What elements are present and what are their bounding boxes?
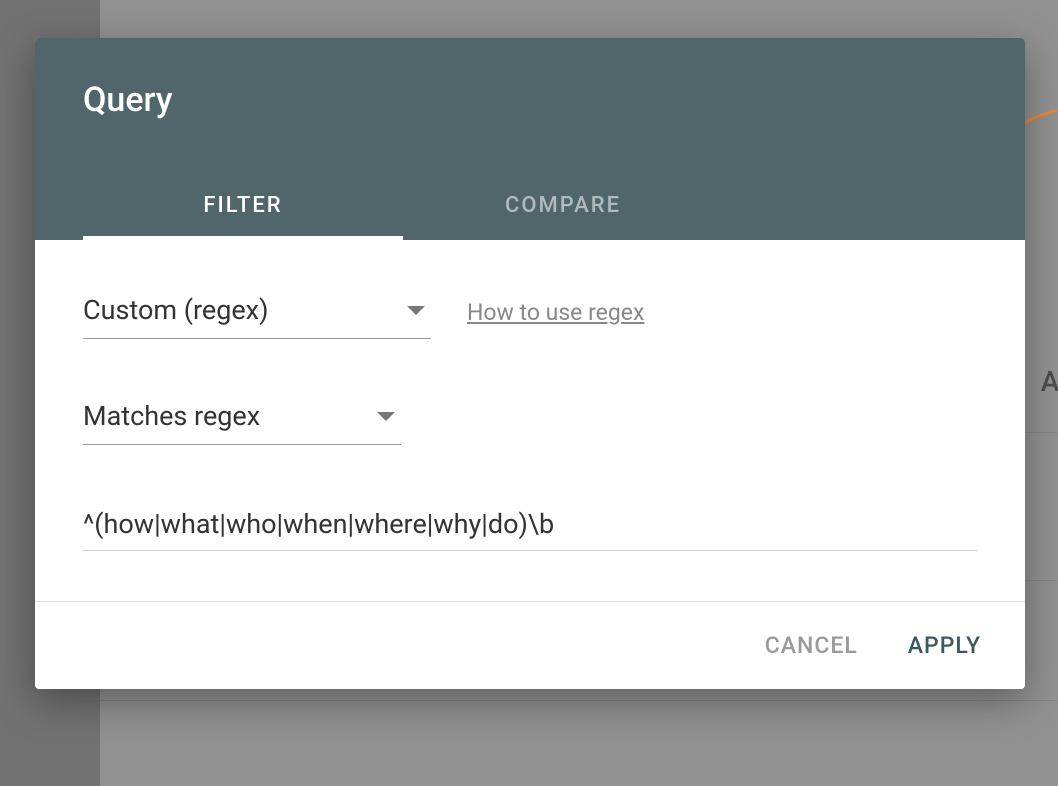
- match-type-value: Matches regex: [83, 400, 260, 432]
- filter-type-value: Custom (regex): [83, 294, 268, 326]
- tab-filter[interactable]: FILTER: [83, 175, 403, 240]
- dialog-header: Query FILTER COMPARE: [35, 38, 1025, 240]
- dialog-footer: CANCEL APPLY: [35, 601, 1025, 689]
- regex-help-link[interactable]: How to use regex: [467, 299, 644, 326]
- filter-type-select[interactable]: Custom (regex): [83, 288, 431, 339]
- dialog-title: Query: [35, 38, 1025, 120]
- apply-button[interactable]: APPLY: [908, 632, 981, 659]
- chevron-down-icon: [407, 306, 425, 315]
- tab-compare[interactable]: COMPARE: [403, 175, 723, 240]
- chevron-down-icon: [377, 412, 395, 421]
- cancel-button[interactable]: CANCEL: [765, 632, 858, 659]
- dialog-body: Custom (regex) How to use regex Matches …: [35, 240, 1025, 601]
- match-type-select[interactable]: Matches regex: [83, 394, 401, 445]
- query-dialog: Query FILTER COMPARE Custom (regex) How …: [35, 38, 1025, 689]
- regex-input[interactable]: [83, 500, 977, 551]
- dialog-tabs: FILTER COMPARE: [35, 175, 1025, 240]
